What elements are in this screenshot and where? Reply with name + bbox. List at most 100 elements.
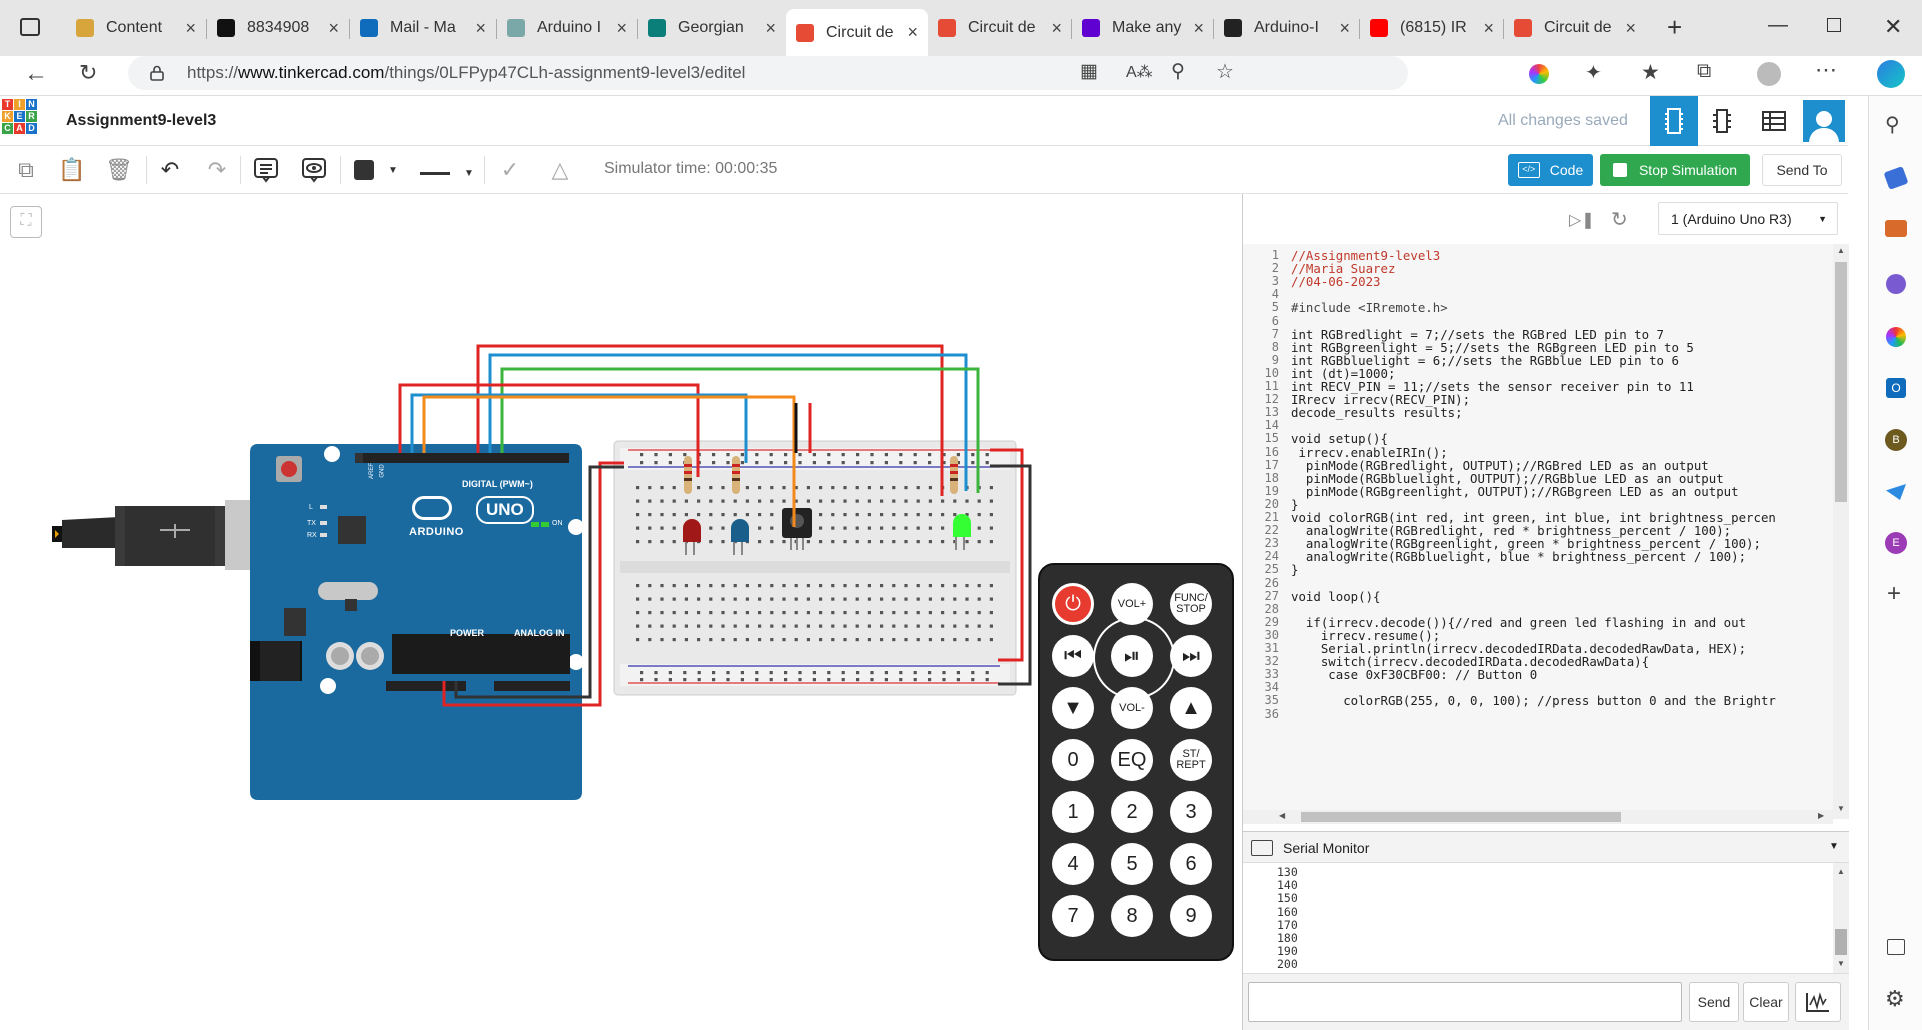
send-to-button[interactable]: Send To <box>1762 154 1842 186</box>
code-horizontal-scrollbar[interactable]: ◀ ▶ <box>1243 810 1833 824</box>
notes-icon[interactable] <box>252 156 280 184</box>
schematic-view-button[interactable] <box>1698 96 1746 146</box>
remote-vol-down-button[interactable]: VOL- <box>1111 687 1153 729</box>
serial-input-field[interactable] <box>1248 982 1682 1022</box>
browser-tab[interactable]: Content × <box>66 9 206 47</box>
code-vertical-scrollbar[interactable]: ▲ ▼ <box>1833 244 1849 819</box>
resistor-2[interactable] <box>732 456 740 494</box>
tab-actions-icon[interactable] <box>20 18 40 36</box>
browser-tab[interactable]: Arduino I × <box>497 9 637 47</box>
scroll-up-icon[interactable]: ▲ <box>1837 246 1845 255</box>
minimize-window-button[interactable]: — <box>1768 14 1788 37</box>
collections-icon[interactable]: ⧉ <box>1697 60 1711 83</box>
remote-vol-up-button[interactable]: VOL+ <box>1111 583 1153 625</box>
close-tab-icon[interactable]: × <box>475 18 486 39</box>
remote-button-5[interactable]: 5 <box>1111 843 1153 885</box>
remote-button-9[interactable]: 9 <box>1170 895 1212 937</box>
redo-icon[interactable]: ↷ <box>203 156 231 184</box>
resistor-3[interactable] <box>950 456 958 494</box>
extension-color-icon[interactable] <box>1529 64 1549 84</box>
close-tab-icon[interactable]: × <box>616 18 627 39</box>
split-screen-icon[interactable] <box>1887 939 1905 955</box>
close-tab-icon[interactable]: × <box>907 22 918 43</box>
usb-cable[interactable] <box>52 500 275 570</box>
close-tab-icon[interactable]: × <box>1193 18 1204 39</box>
remote-eq-button[interactable]: EQ <box>1111 739 1153 781</box>
delete-icon[interactable]: 🗑 <box>105 156 133 184</box>
component-list-button[interactable] <box>1750 96 1798 146</box>
bing-copilot-icon[interactable] <box>1877 60 1905 88</box>
user-avatar[interactable] <box>1803 100 1845 142</box>
b-extension-icon[interactable]: B <box>1885 429 1907 451</box>
browser-tab[interactable]: Circuit de × <box>1504 9 1646 47</box>
read-aloud-icon[interactable]: A⁂ <box>1126 62 1153 82</box>
browser-tab[interactable]: Mail - Ma × <box>350 9 496 47</box>
browser-tab[interactable]: Circuit de × <box>786 9 928 56</box>
scroll-up-icon[interactable]: ▲ <box>1837 867 1845 876</box>
remote-st-rept-button[interactable]: ST/ REPT <box>1170 739 1212 781</box>
ir-remote[interactable]: ⏻ VOL+ FUNC/ STOP ⏮ ⏯ ⏭ ▼ VOL- ▲ 0 EQ ST/ REPT 1 2 3 4 5… <box>1038 563 1234 961</box>
microsoft365-icon[interactable] <box>1886 327 1906 347</box>
remote-func-stop-button[interactable]: FUNC/ STOP <box>1170 583 1212 625</box>
remote-button-8[interactable]: 8 <box>1111 895 1153 937</box>
hscroll-thumb[interactable] <box>1301 812 1621 822</box>
scroll-thumb[interactable] <box>1835 929 1847 955</box>
favorites-icon[interactable]: ★ <box>1641 60 1660 85</box>
remote-play-pause-button[interactable]: ⏯ <box>1111 635 1153 677</box>
close-tab-icon[interactable]: × <box>1051 18 1062 39</box>
stop-simulation-button[interactable]: Stop Simulation <box>1600 154 1750 186</box>
fill-color-dropdown[interactable]: ▼ <box>354 160 398 180</box>
remote-button-3[interactable]: 3 <box>1170 791 1212 833</box>
search-icon[interactable]: ⚲ <box>1885 112 1900 137</box>
remote-button-2[interactable]: 2 <box>1111 791 1153 833</box>
close-window-button[interactable]: ✕ <box>1884 14 1902 40</box>
debug-icon[interactable]: ↻ <box>1611 207 1628 232</box>
resistor-1[interactable] <box>684 456 692 494</box>
new-tab-button[interactable]: + <box>1667 12 1682 43</box>
browser-tab[interactable]: Arduino-I × <box>1214 9 1360 47</box>
remote-button-0[interactable]: 0 <box>1052 739 1094 781</box>
paste-icon[interactable]: 📋 <box>58 156 86 184</box>
wire-type-dropdown[interactable]: ▼ <box>420 168 474 179</box>
serial-output[interactable]: 130 140 150 160 170 180 190 200 <box>1243 863 1849 973</box>
remote-button-1[interactable]: 1 <box>1052 791 1094 833</box>
step-icon[interactable]: ▷❚ <box>1569 210 1595 230</box>
tools-icon[interactable] <box>1885 220 1907 237</box>
flip-icon[interactable]: △ <box>546 156 574 184</box>
remote-button-7[interactable]: 7 <box>1052 895 1094 937</box>
profile-avatar[interactable] <box>1757 62 1781 86</box>
remote-forward-button[interactable]: ⏭ <box>1170 635 1212 677</box>
scroll-left-icon[interactable]: ◀ <box>1279 811 1285 820</box>
close-tab-icon[interactable]: × <box>1339 18 1350 39</box>
shopping-tag-icon[interactable] <box>1883 166 1909 190</box>
add-favorite-icon[interactable]: ☆ <box>1216 59 1234 84</box>
undo-icon[interactable]: ↶ <box>156 156 184 184</box>
outlook-icon[interactable]: O <box>1886 378 1906 398</box>
scroll-right-icon[interactable]: ▶ <box>1818 811 1824 820</box>
restore-window-button[interactable] <box>1827 18 1841 32</box>
project-title[interactable]: Assignment9-level3 <box>66 112 216 130</box>
games-icon[interactable] <box>1886 274 1906 294</box>
remote-rewind-button[interactable]: ⏮ <box>1052 635 1094 677</box>
remote-up-button[interactable]: ▲ <box>1170 687 1212 729</box>
code-button[interactable]: </> Code <box>1508 154 1593 186</box>
serial-clear-button[interactable]: Clear <box>1743 982 1789 1022</box>
serial-monitor-header[interactable]: Serial Monitor ▼ <box>1243 831 1849 863</box>
close-tab-icon[interactable]: × <box>765 18 776 39</box>
browser-tab[interactable]: Circuit de × <box>928 9 1072 47</box>
serial-scrollbar[interactable]: ▲ ▼ <box>1833 863 1849 973</box>
extensions-icon[interactable]: ✦ <box>1585 60 1602 85</box>
close-tab-icon[interactable]: × <box>185 18 196 39</box>
remote-button-4[interactable]: 4 <box>1052 843 1094 885</box>
back-icon[interactable]: ← <box>24 60 48 88</box>
notes-visibility-icon[interactable] <box>300 156 328 184</box>
scroll-thumb[interactable] <box>1835 262 1847 502</box>
send-extension-icon[interactable] <box>1886 484 1906 500</box>
copy-icon[interactable]: ⧉ <box>12 156 40 184</box>
e-extension-icon[interactable]: E <box>1885 532 1907 554</box>
url-box[interactable]: https://www.tinkercad.com/things/0LFPyp4… <box>128 56 1408 90</box>
code-editor[interactable]: 1//Assignment9-level3 2//Maria Suarez 3//0… <box>1243 244 1833 819</box>
device-select[interactable]: 1 (Arduino Uno R3) ▼ <box>1658 202 1838 235</box>
app-available-icon[interactable]: ▦ <box>1080 60 1098 83</box>
refresh-icon[interactable]: ↻ <box>79 60 97 86</box>
